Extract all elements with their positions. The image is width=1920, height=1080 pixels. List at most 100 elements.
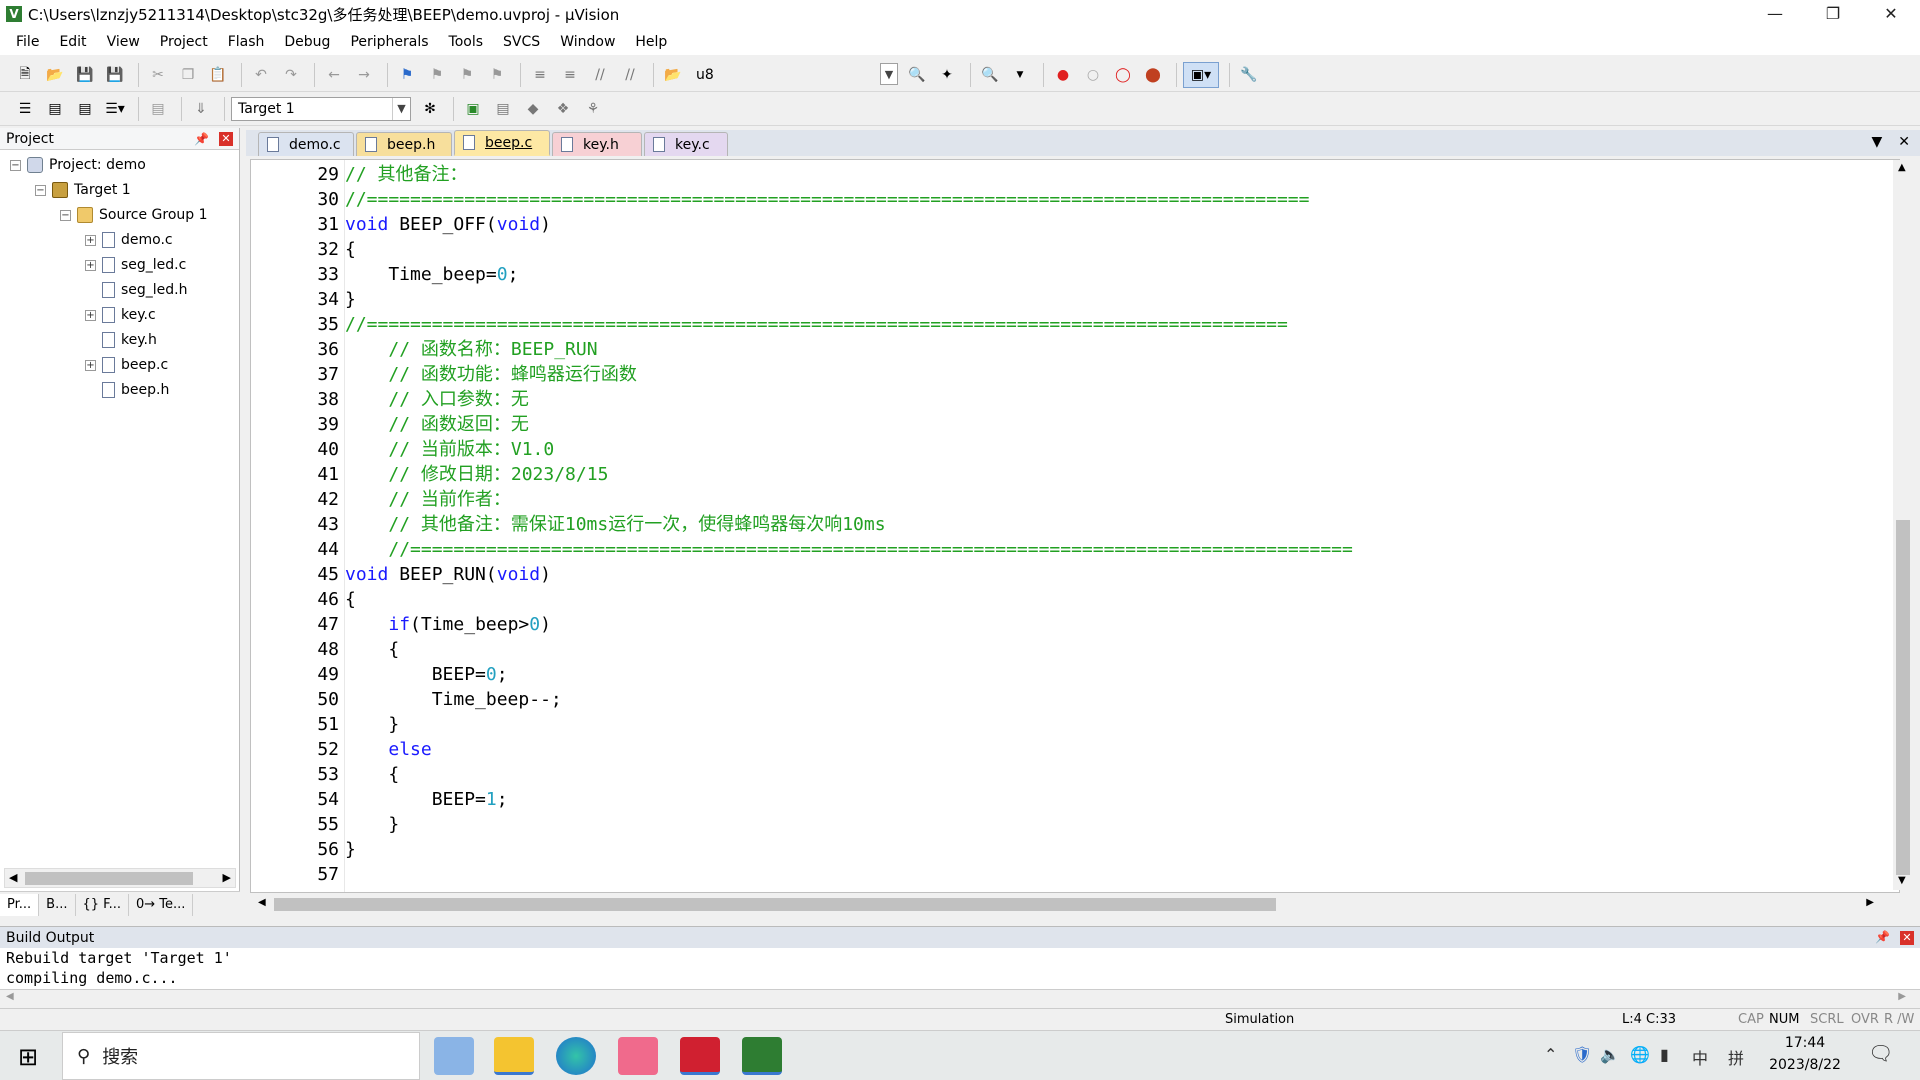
tree-item-file[interactable]: seg_led.h: [102, 278, 188, 302]
scroll-left-icon[interactable]: ◀: [258, 897, 266, 908]
paste-icon[interactable]: 📋: [205, 62, 231, 88]
tree-item-file[interactable]: + key.c: [85, 303, 156, 327]
tree-item-project[interactable]: − Project: demo: [10, 153, 146, 177]
nav-forward-icon[interactable]: →: [351, 62, 377, 88]
debug-start-icon[interactable]: 🔍: [977, 62, 1003, 88]
batch-build-icon[interactable]: ☰▾: [102, 96, 128, 122]
select-packs-icon[interactable]: ◆: [520, 96, 546, 122]
taskbar-search[interactable]: ⚲ 搜索: [62, 1032, 420, 1080]
download-icon[interactable]: ⇓: [188, 96, 214, 122]
save-icon[interactable]: 💾: [72, 62, 98, 88]
tree-item-file[interactable]: + demo.c: [85, 228, 173, 252]
editor-hscrollbar[interactable]: ◀ ▶: [254, 894, 1894, 914]
expand-icon[interactable]: +: [85, 234, 96, 246]
scroll-down-icon[interactable]: ▼: [1898, 875, 1906, 886]
tree-item-target[interactable]: − Target 1: [35, 178, 131, 202]
battery-icon[interactable]: ▮: [1660, 1045, 1669, 1064]
expand-icon[interactable]: +: [85, 259, 96, 271]
pin-icon[interactable]: 📌: [1875, 930, 1890, 944]
tab-books[interactable]: B...: [39, 894, 76, 916]
manage-components-icon[interactable]: ▣: [460, 96, 486, 122]
tab-functions[interactable]: {} F...: [76, 894, 129, 916]
menu-flash[interactable]: Flash: [218, 34, 275, 50]
collapse-icon[interactable]: −: [60, 209, 71, 221]
tree-item-file[interactable]: + beep.c: [85, 353, 168, 377]
new-file-icon[interactable]: 🗎: [12, 62, 38, 88]
tab-key-h[interactable]: key.h: [552, 132, 642, 156]
target-select[interactable]: Target 1 ▼: [231, 96, 411, 121]
pin-icon[interactable]: 📌: [194, 132, 209, 146]
restore-button[interactable]: ❐: [1804, 0, 1862, 28]
menu-tools[interactable]: Tools: [439, 34, 494, 50]
scroll-right-icon[interactable]: ▶: [1898, 991, 1906, 1002]
clock-time[interactable]: 17:44: [1770, 1035, 1840, 1051]
menu-view[interactable]: View: [97, 34, 150, 50]
volume-icon[interactable]: 🔈: [1600, 1045, 1620, 1064]
copy-icon[interactable]: ❐: [175, 62, 201, 88]
tab-templates[interactable]: 0→ Te...: [129, 894, 194, 916]
open-file-icon[interactable]: 📂: [42, 62, 68, 88]
undo-icon[interactable]: ↶: [248, 62, 274, 88]
breakpoint-icon[interactable]: ●: [1050, 62, 1076, 88]
configure-icon[interactable]: 🔧: [1236, 62, 1262, 88]
bookmark-icon[interactable]: ⚑: [394, 62, 420, 88]
tab-beep-h[interactable]: beep.h: [356, 132, 452, 156]
stc-isp-icon[interactable]: [680, 1037, 720, 1075]
translate-icon[interactable]: ☰: [12, 96, 38, 122]
debug-dropdown-icon[interactable]: ▼: [1007, 62, 1033, 88]
edge-browser-icon[interactable]: [556, 1037, 596, 1075]
desktop-app-icon[interactable]: [434, 1037, 474, 1075]
redo-icon[interactable]: ↷: [278, 62, 304, 88]
tree-item-source-group[interactable]: − Source Group 1: [60, 203, 208, 227]
scroll-thumb[interactable]: [274, 898, 1276, 911]
tree-item-file[interactable]: key.h: [102, 328, 157, 352]
close-panel-icon[interactable]: ✕: [219, 132, 233, 146]
menu-debug[interactable]: Debug: [274, 34, 340, 50]
menu-file[interactable]: File: [6, 34, 49, 50]
minimize-button[interactable]: —: [1746, 0, 1804, 28]
scroll-thumb[interactable]: [1896, 520, 1910, 875]
clock-date[interactable]: 2023/8/22: [1762, 1057, 1848, 1073]
ime-pinyin[interactable]: 拼: [1728, 1045, 1744, 1069]
manage-runtime-icon[interactable]: ⚘: [580, 96, 606, 122]
clear-bookmarks-icon[interactable]: ⚑: [484, 62, 510, 88]
pack-installer-icon[interactable]: ❖: [550, 96, 576, 122]
menu-svcs[interactable]: SVCS: [493, 34, 550, 50]
build-icon[interactable]: ▤: [42, 96, 68, 122]
indent-icon[interactable]: ≡: [527, 62, 553, 88]
scroll-right-icon[interactable]: ▶: [223, 871, 231, 884]
menu-peripherals[interactable]: Peripherals: [340, 34, 438, 50]
bilibili-icon[interactable]: [618, 1037, 658, 1075]
tab-project[interactable]: Pr...: [0, 894, 40, 916]
tab-key-c[interactable]: key.c: [644, 132, 728, 156]
windows-start-icon[interactable]: ⊞: [18, 1043, 38, 1071]
tree-item-file[interactable]: + seg_led.c: [85, 253, 186, 277]
prev-bookmark-icon[interactable]: ⚑: [424, 62, 450, 88]
uncomment-icon[interactable]: //: [617, 62, 643, 88]
nav-back-icon[interactable]: ←: [321, 62, 347, 88]
target-options-icon[interactable]: ✻: [417, 96, 443, 122]
breakpoint-kill-all-icon[interactable]: ⬤: [1140, 62, 1166, 88]
scroll-right-icon[interactable]: ▶: [1866, 897, 1874, 908]
close-button[interactable]: ✕: [1862, 0, 1920, 28]
build-hscrollbar[interactable]: ◀ ▶: [0, 990, 1920, 1008]
close-tab-icon[interactable]: ✕: [1898, 134, 1910, 150]
tab-beep-c[interactable]: beep.c: [454, 130, 550, 156]
save-all-icon[interactable]: 💾: [102, 62, 128, 88]
menu-edit[interactable]: Edit: [49, 34, 96, 50]
find-combo[interactable]: u8 ▼: [690, 62, 898, 87]
menu-project[interactable]: Project: [150, 34, 218, 50]
collapse-icon[interactable]: −: [10, 159, 21, 171]
notification-icon[interactable]: 🗨: [1868, 1041, 1893, 1065]
rebuild-icon[interactable]: ▤: [72, 96, 98, 122]
unindent-icon[interactable]: ≡: [557, 62, 583, 88]
next-bookmark-icon[interactable]: ⚑: [454, 62, 480, 88]
breakpoint-disable-all-icon[interactable]: ◯: [1110, 62, 1136, 88]
defender-icon[interactable]: 🛡: [1572, 1045, 1592, 1064]
scroll-thumb[interactable]: [25, 872, 193, 885]
tab-demo-c[interactable]: demo.c: [258, 132, 354, 156]
tab-list-icon[interactable]: ▼: [1871, 134, 1882, 150]
incremental-find-icon[interactable]: ✦: [934, 62, 960, 88]
cut-icon[interactable]: ✂: [145, 62, 171, 88]
expand-icon[interactable]: +: [85, 309, 96, 321]
